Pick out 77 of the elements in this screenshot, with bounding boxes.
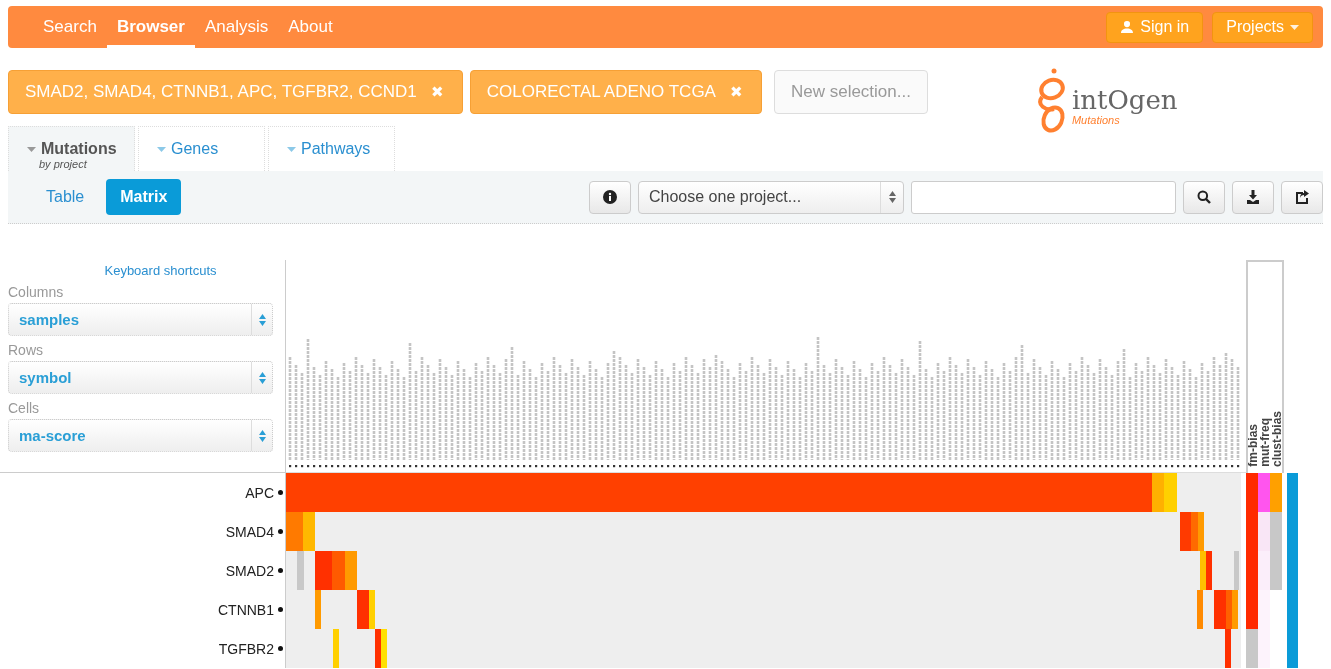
heatmap-cell <box>332 551 345 590</box>
selection-chip[interactable]: COLORECTAL ADENO TCGA ✖ <box>469 70 762 114</box>
nav-link[interactable]: About <box>278 6 343 48</box>
annotation-cell <box>1258 590 1270 629</box>
heatmap-cell <box>1180 512 1191 551</box>
annotation-label: clust-bias <box>1271 411 1283 467</box>
view-toggle[interactable]: Table <box>32 179 99 215</box>
annotation-label: mut-freq <box>1259 418 1271 467</box>
keyboard-shortcuts-link[interactable]: Keyboard shortcuts <box>8 263 273 278</box>
control-label: Cells <box>8 400 41 416</box>
heatmap-cell <box>303 512 315 551</box>
bullet-icon <box>278 607 283 612</box>
caret-icon <box>157 146 166 152</box>
annotation-cell <box>1258 512 1270 551</box>
heatmap-cell <box>357 590 369 629</box>
nav-link[interactable]: Search <box>33 6 107 48</box>
caret-icon <box>1290 24 1299 30</box>
selection-chip[interactable]: SMAD2, SMAD4, CTNNB1, APC, TGFBR2, CCND1 ✖ <box>8 70 463 114</box>
annotation-cell <box>1258 473 1270 512</box>
dimension-select[interactable]: samples <box>8 303 273 336</box>
control-label: Columns <box>8 284 65 300</box>
tab[interactable]: Mutations by project <box>8 126 135 171</box>
bullet-icon <box>278 490 283 495</box>
dimension-select[interactable]: symbol <box>8 361 273 394</box>
view-toggle[interactable]: Matrix <box>106 179 182 215</box>
download-icon <box>1246 190 1260 204</box>
row-label: APC <box>245 484 274 501</box>
sign-in-button[interactable]: Sign in <box>1106 11 1204 43</box>
projects-button[interactable]: Projects <box>1212 11 1313 43</box>
annotation-cell <box>1270 551 1282 590</box>
annotation-cell <box>1270 473 1282 512</box>
heatmap-cell <box>333 629 339 668</box>
bullet-icon <box>278 568 283 573</box>
annotation-cell <box>1246 590 1258 629</box>
share-icon <box>1295 190 1309 204</box>
heatmap-cell <box>286 512 303 551</box>
select-arrows-icon <box>258 313 266 326</box>
select-arrows-icon <box>258 429 266 442</box>
caret-icon <box>287 146 296 152</box>
heatmap-cell <box>1214 590 1226 629</box>
heatmap-cell <box>1152 473 1164 512</box>
bullet-icon <box>278 646 283 651</box>
search-field[interactable] <box>911 180 1176 214</box>
select-arrows-icon <box>258 371 266 384</box>
user-icon <box>1120 20 1135 34</box>
row-label: CTNNB1 <box>218 601 274 618</box>
row-label: SMAD2 <box>225 562 274 579</box>
dimension-select[interactable]: ma-score <box>8 419 273 452</box>
heatmap-cell <box>315 551 332 590</box>
annotation-label: fm-bias <box>1247 424 1259 467</box>
heatmap-cell <box>345 551 357 590</box>
caret-icon <box>27 146 36 152</box>
annotation-cell <box>1246 473 1258 512</box>
search-button[interactable] <box>1183 180 1225 214</box>
download-button[interactable] <box>1232 180 1274 214</box>
info-icon <box>603 190 617 204</box>
annotation-cell <box>1258 551 1270 590</box>
control-label: Rows <box>8 342 44 358</box>
annotation-cell <box>1270 512 1282 551</box>
row-label: SMAD4 <box>225 523 274 540</box>
selection-label: COLORECTAL ADENO TCGA <box>486 82 716 102</box>
project-select[interactable]: Choose one project... <box>638 180 904 214</box>
selection-label: SMAD2, SMAD4, CTNNB1, APC, TGFBR2, CCND1 <box>25 82 417 102</box>
select-arrows-icon <box>888 191 896 203</box>
row-label: TGFBR2 <box>218 640 274 657</box>
nav-link[interactable]: Browser <box>106 6 195 48</box>
remove-button[interactable]: ✖ <box>729 83 743 101</box>
heatmap-cell <box>1164 473 1177 512</box>
remove-button[interactable]: ✖ <box>430 83 444 101</box>
new-selection-button[interactable]: New selection... <box>773 70 928 114</box>
logo-subtitle: Mutations <box>1071 114 1120 126</box>
share-button[interactable] <box>1281 180 1323 214</box>
bullet-icon <box>278 529 283 534</box>
info-button[interactable] <box>589 180 631 214</box>
nav-link[interactable]: Analysis <box>194 6 279 48</box>
search-icon <box>1197 190 1211 204</box>
annotation-cell <box>1246 629 1258 668</box>
